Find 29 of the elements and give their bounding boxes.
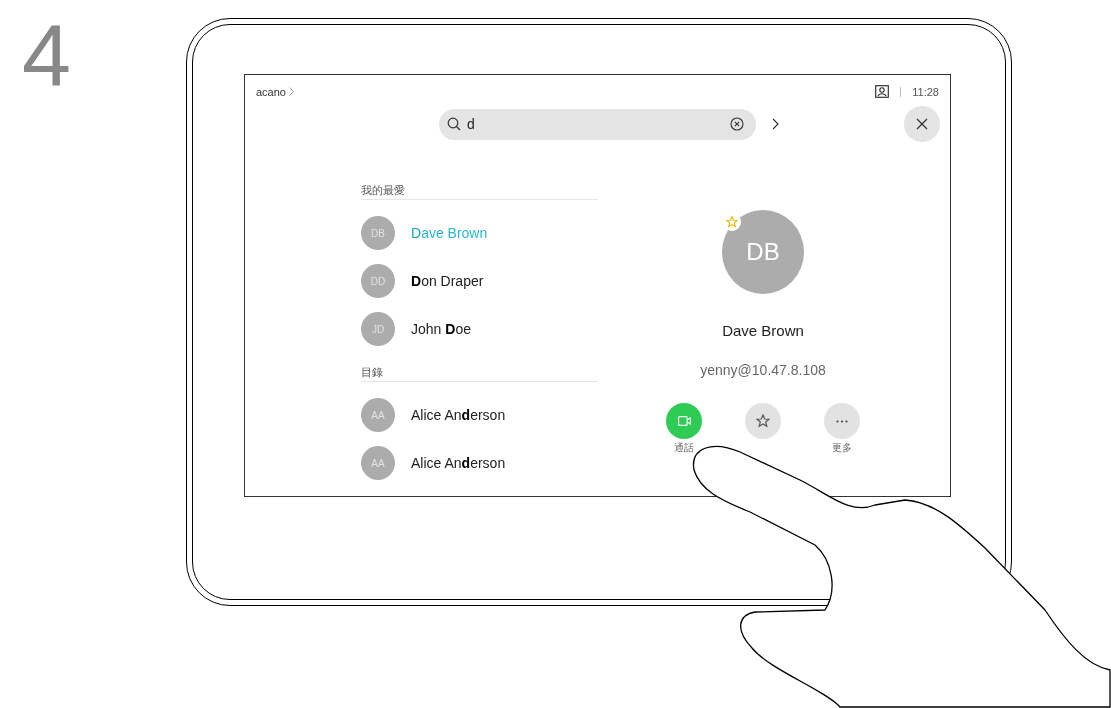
avatar-initials: AA	[361, 446, 395, 480]
section-heading: 我的最愛	[361, 183, 598, 200]
avatar-initials: AA	[361, 398, 395, 432]
close-button[interactable]	[904, 106, 940, 142]
contact-address: yenny@10.47.8.108	[700, 362, 826, 378]
contact-name[interactable]: Alice Anderson	[411, 455, 506, 471]
video-camera-icon	[677, 416, 691, 426]
chevron-icon	[289, 87, 294, 96]
contact-name[interactable]: John Doe	[411, 321, 471, 337]
contact-name: Dave Brown	[722, 322, 804, 339]
more-icon	[836, 419, 848, 423]
chevron-icon[interactable]	[772, 118, 779, 130]
clear-icon[interactable]	[730, 117, 744, 131]
search-icon	[447, 117, 461, 131]
breadcrumb-link[interactable]: acano	[256, 85, 286, 98]
action-label: 更多	[832, 441, 852, 455]
avatar-initials: DB	[722, 210, 804, 294]
section-heading: 目錄	[361, 365, 598, 382]
favorite-button[interactable]	[745, 403, 781, 439]
close-icon	[916, 118, 928, 130]
step-number: 4	[22, 12, 72, 100]
search-field[interactable]: d	[439, 108, 756, 140]
avatar-initials: DB	[361, 216, 395, 250]
action-label: 通話	[674, 441, 694, 455]
contact-name[interactable]: Alice Anderson	[411, 407, 506, 423]
selfview-icon[interactable]	[875, 85, 890, 98]
contact-name[interactable]: Don Draper	[411, 273, 484, 289]
clock-time: 11:28	[912, 85, 939, 98]
star-icon	[756, 414, 770, 428]
